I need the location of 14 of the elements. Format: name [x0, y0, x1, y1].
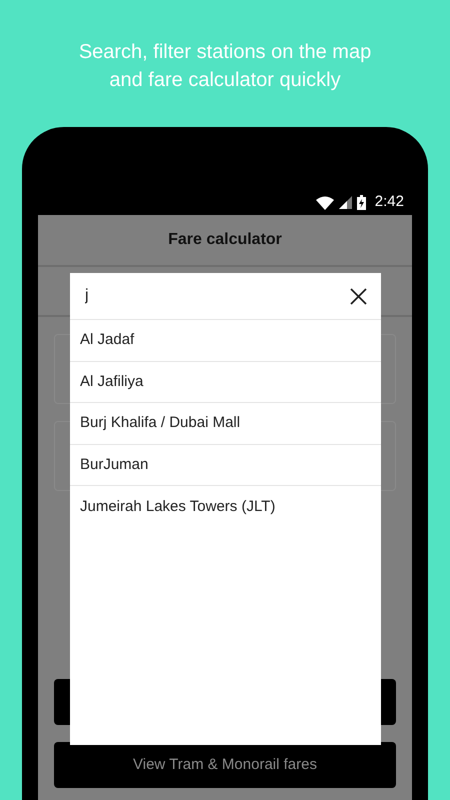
station-result[interactable]: Burj Khalifa / Dubai Mall	[80, 412, 240, 434]
status-time: 2:42	[374, 192, 404, 212]
signal-icon	[338, 196, 352, 209]
screen-title: Fare calculator	[168, 230, 282, 250]
station-result[interactable]: Jumeirah Lakes Towers (JLT)	[80, 496, 276, 518]
station-result[interactable]: Al Jadaf	[80, 329, 134, 352]
action-button[interactable]: View Tram & Monorail fares	[54, 742, 396, 788]
wifi-icon	[316, 196, 334, 210]
battery-icon	[356, 195, 366, 210]
headline-line: and fare calculator quickly	[109, 68, 341, 93]
close-icon[interactable]	[350, 288, 367, 304]
station-result[interactable]: Al Jafiliya	[80, 370, 144, 393]
headline-line: Search, filter stations on the map	[78, 40, 372, 65]
station-result[interactable]: BurJuman	[80, 454, 148, 476]
